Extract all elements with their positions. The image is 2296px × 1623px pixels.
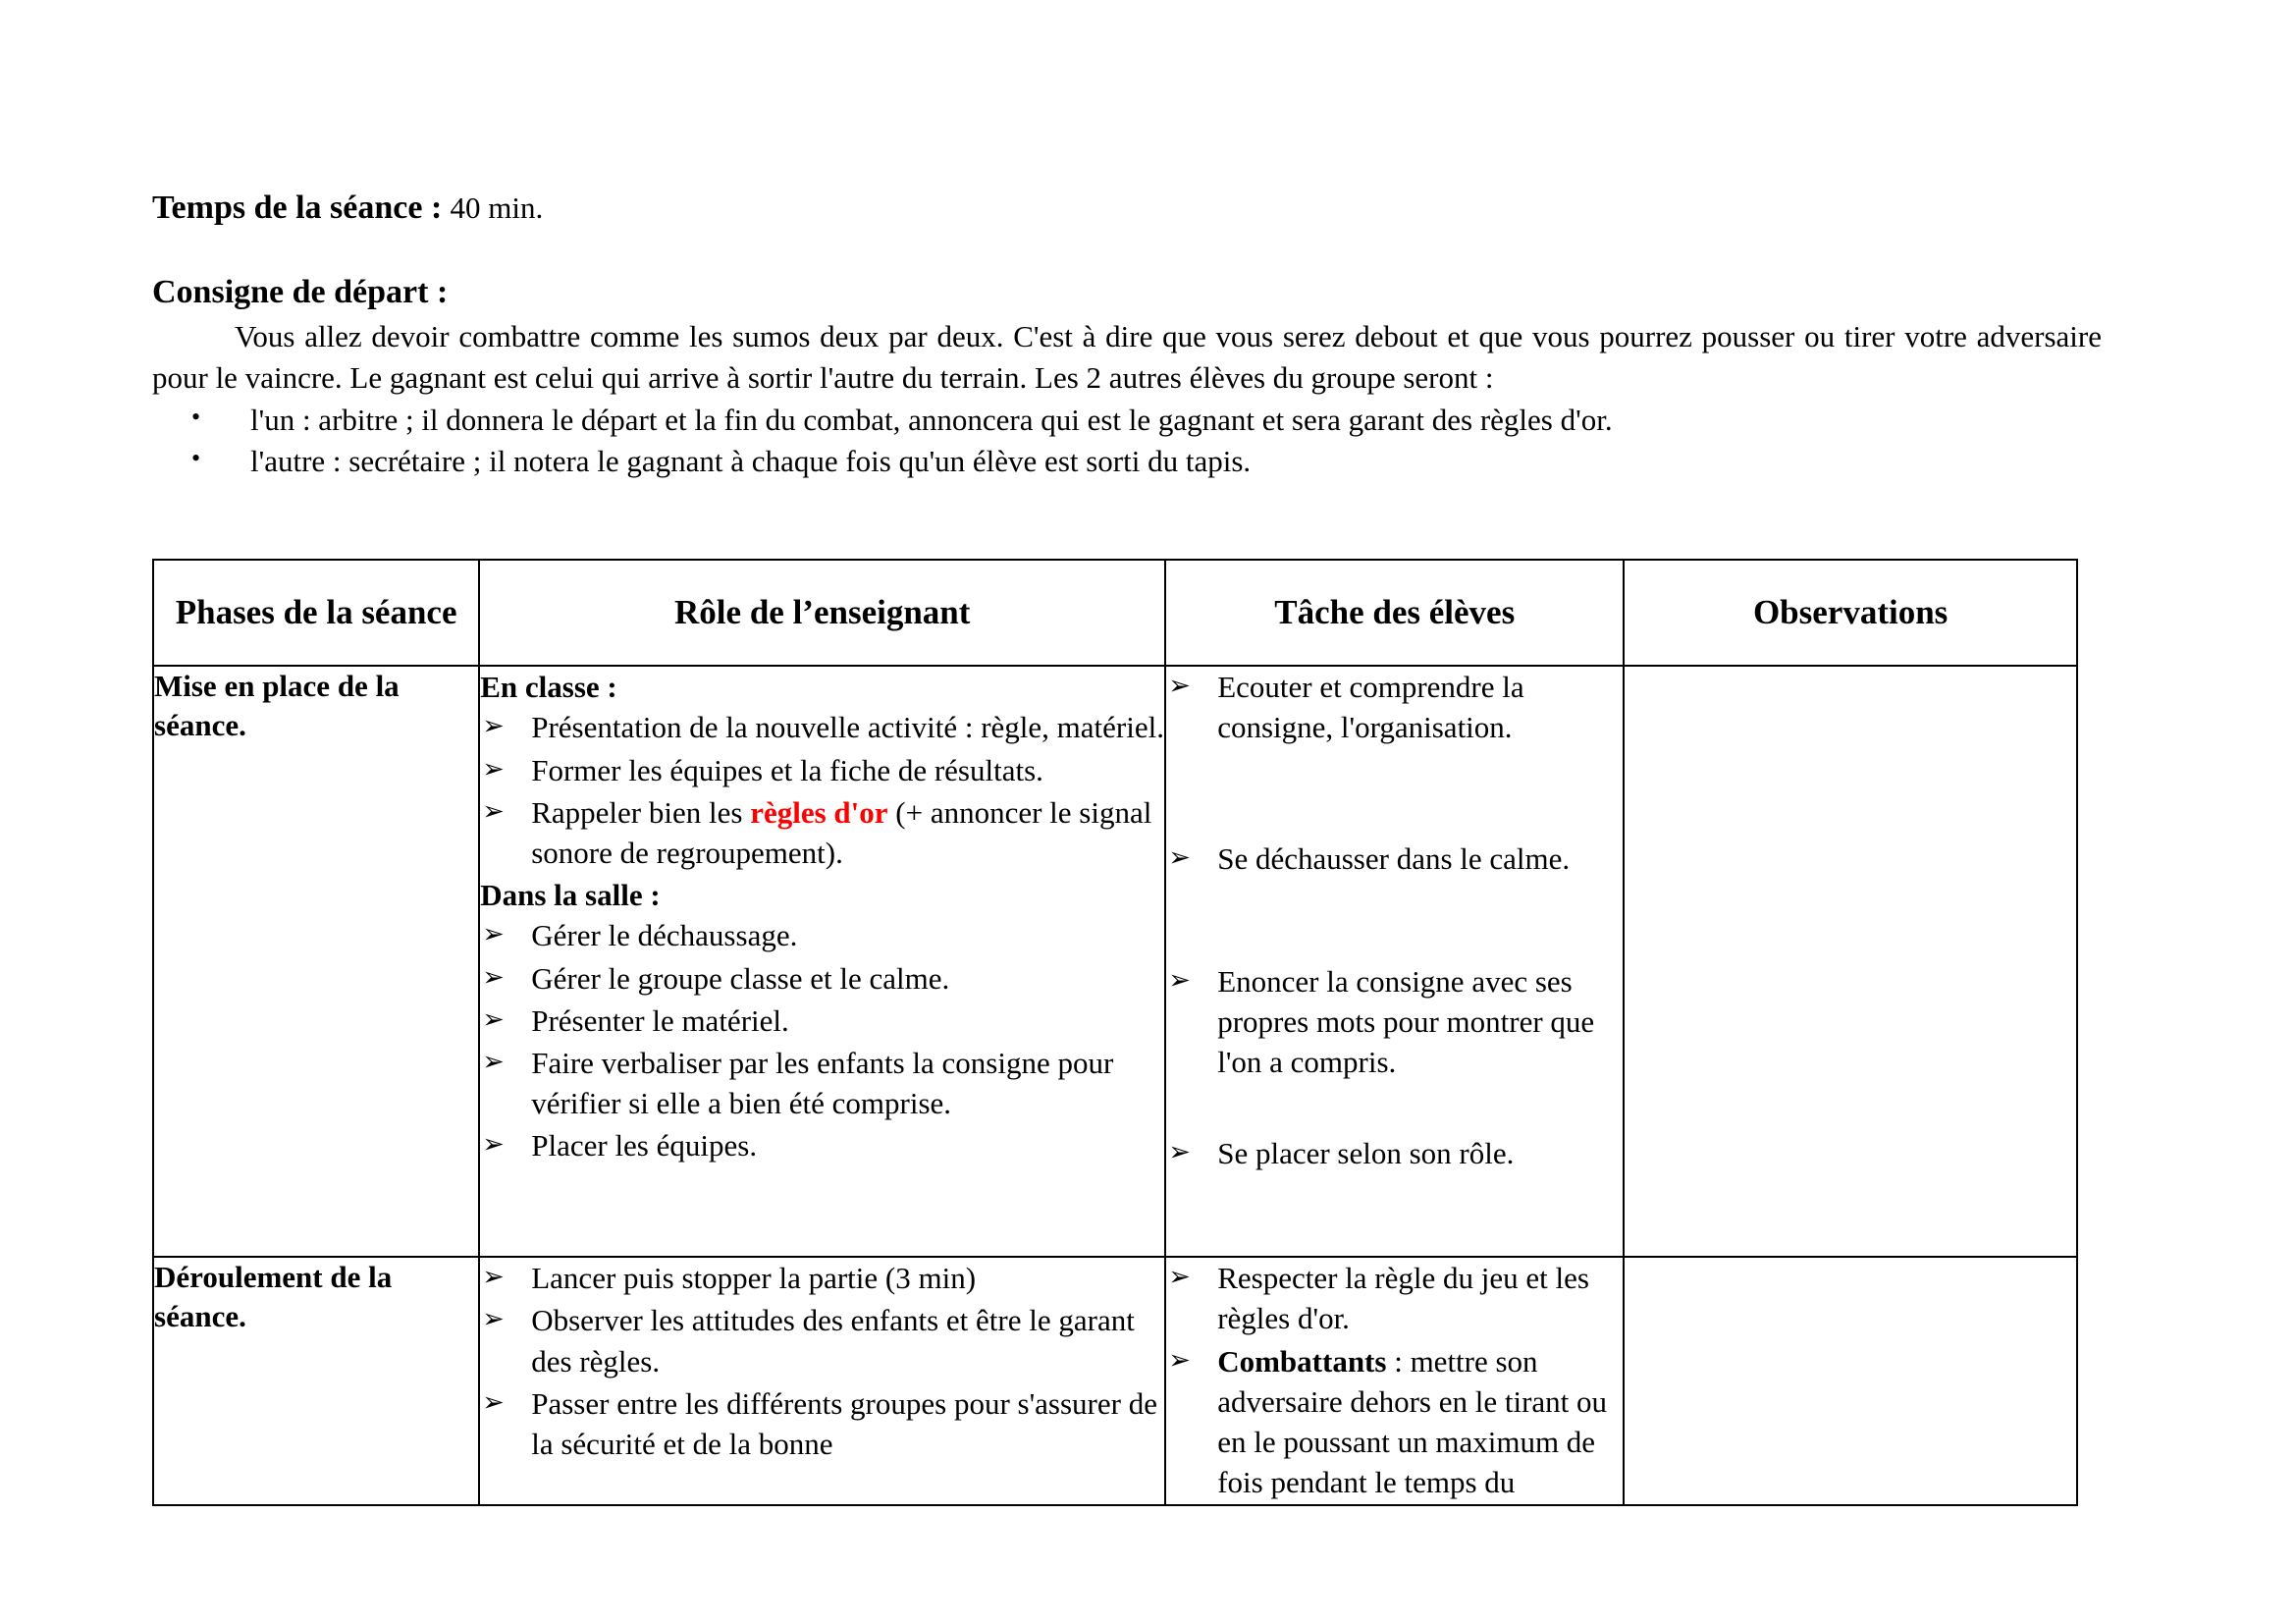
list-item: Présentation de la nouvelle activité : r… [480, 707, 1164, 747]
phase-label: Mise en place de la séance. [154, 669, 400, 743]
list-item: Observer les attitudes des enfants et êt… [480, 1300, 1164, 1380]
subheading-in-class: En classe : [480, 670, 617, 705]
cell-teacher-role-progress: Lancer puis stopper la partie (3 min) Ob… [478, 1256, 1167, 1507]
starting-instruction-heading: Consigne de départ : [152, 273, 449, 310]
teacher-role-list-in-hall: Gérer le déchaussage. Gérer le groupe cl… [480, 915, 1164, 1165]
list-item: l'autre : secrétaire ; il notera le gagn… [152, 439, 2102, 482]
golden-rules-highlight: règles d'or [750, 794, 888, 830]
list-item: Gérer le groupe classe et le calme. [480, 958, 1164, 999]
student-task-list-progress: Respecter la règle du jeu et les règles … [1166, 1258, 1623, 1502]
list-item: Enoncer la consigne avec ses propres mot… [1166, 961, 1623, 1083]
phase-label: Déroulement de la séance. [154, 1260, 393, 1334]
student-task-list-setup: Ecouter et comprendre la consigne, l'org… [1166, 667, 1623, 1174]
cell-phase-progress: Déroulement de la séance. [151, 1256, 481, 1507]
cell-phase-setup: Mise en place de la séance. [151, 665, 481, 1259]
teacher-role-list-progress: Lancer puis stopper la partie (3 min) Ob… [480, 1258, 1164, 1464]
column-header-observations: Observations [1623, 559, 2078, 668]
column-header-student-task: Tâche des élèves [1164, 559, 1626, 668]
document-page: Temps de la séance : 40 min. Consigne de… [0, 0, 2296, 1623]
list-item: Se placer selon son rôle. [1166, 1133, 1623, 1173]
list-item: l'un : arbitre ; il donnera le départ et… [152, 398, 2102, 441]
rappeler-prefix: Rappeler bien les [531, 794, 751, 830]
list-item: Faire verbaliser par les enfants la cons… [480, 1043, 1164, 1123]
list-item-golden-rules: Rappeler bien les règles d'or (+ annonce… [480, 792, 1164, 873]
session-time-line: Temps de la séance : 40 min. [152, 187, 2102, 230]
list-item: Respecter la règle du jeu et les règles … [1166, 1258, 1623, 1338]
list-item: Gérer le déchaussage. [480, 915, 1164, 955]
list-item: Se déchausser dans le calme. [1166, 839, 1623, 879]
list-item: Lancer puis stopper la partie (3 min) [480, 1258, 1164, 1298]
column-header-teacher-role: Rôle de l’enseignant [478, 559, 1167, 668]
subheading-in-hall: Dans la salle : [480, 878, 661, 913]
list-item: Ecouter et comprendre la consigne, l'org… [1166, 667, 1623, 747]
table-row: Mise en place de la séance. En classe : … [151, 665, 2078, 1259]
cell-teacher-role-setup: En classe : Présentation de la nouvelle … [478, 665, 1167, 1259]
list-item: Former les équipes et la fiche de résult… [480, 750, 1164, 790]
cell-observations-progress[interactable] [1623, 1256, 2078, 1507]
list-item: Passer entre les différents groupes pour… [480, 1383, 1164, 1464]
session-plan-table: Phases de la séance Rôle de l’enseignant… [151, 559, 2078, 1507]
list-item: Présenter le matériel. [480, 1001, 1164, 1041]
list-item-combatants: Combattants : mettre son adversaire deho… [1166, 1341, 1623, 1503]
cell-student-task-progress: Respecter la règle du jeu et les règles … [1164, 1256, 1626, 1507]
starting-instruction-paragraph: Vous allez devoir combattre comme les su… [152, 319, 2102, 395]
combatants-label: Combattants [1217, 1343, 1387, 1379]
table-header-row: Phases de la séance Rôle de l’enseignant… [151, 559, 2078, 668]
table-header: Phases de la séance Rôle de l’enseignant… [151, 559, 2078, 668]
session-time-value: 40 min. [450, 190, 544, 225]
table-row: Déroulement de la séance. Lancer puis st… [151, 1256, 2078, 1507]
column-header-phases: Phases de la séance [151, 559, 481, 668]
teacher-role-list-in-class: Présentation de la nouvelle activité : r… [480, 707, 1164, 873]
starting-instruction-bullets: l'un : arbitre ; il donnera le départ et… [152, 398, 2102, 482]
cell-student-task-setup: Ecouter et comprendre la consigne, l'org… [1164, 665, 1626, 1259]
list-item: Placer les équipes. [480, 1125, 1164, 1165]
table-body: Mise en place de la séance. En classe : … [151, 665, 2078, 1507]
cell-observations-setup[interactable] [1623, 665, 2078, 1259]
session-time-label: Temps de la séance : [152, 189, 443, 226]
